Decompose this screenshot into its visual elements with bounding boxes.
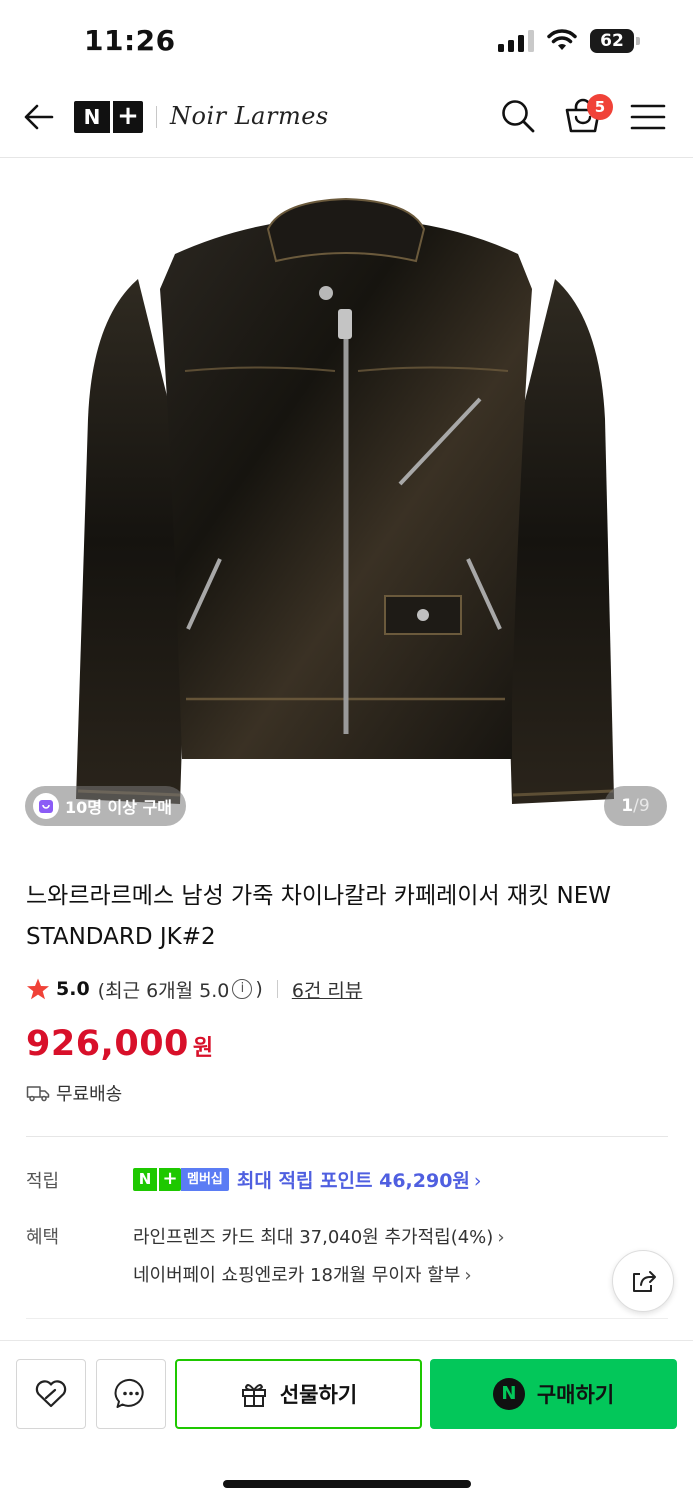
points-label: 적립	[26, 1171, 60, 1192]
wishlist-button[interactable]	[16, 1359, 86, 1429]
share-button[interactable]	[612, 1250, 674, 1312]
star-icon	[27, 978, 49, 1000]
installment-benefit-text: 네이버페이 쇼핑엔로카 18개월 무이자 할부	[133, 1265, 461, 1286]
battery-indicator: 62	[590, 29, 640, 53]
status-bar: 11:26 62	[0, 0, 693, 80]
talk-talk-chat-button[interactable]	[96, 1359, 166, 1429]
nplus-logo-n: N	[83, 105, 101, 129]
max-points-text: 최대 적립 포인트 46,290원 ›	[237, 1166, 482, 1193]
chat-bubble-icon	[114, 1378, 144, 1408]
wifi-icon	[547, 29, 577, 50]
top-navigation: N + Noir Larmes 5	[0, 80, 693, 158]
product-image-gallery[interactable]: 10명 이상 구매 1/9	[0, 159, 693, 849]
max-points-link[interactable]: N + 멤버십 최대 적립 포인트 46,290원 ›	[133, 1166, 482, 1193]
share-icon	[633, 1271, 656, 1292]
product-image-leather-jacket[interactable]	[0, 159, 693, 849]
home-indicator	[223, 1480, 471, 1488]
rating-row: 5.0 (최근 6개월 5.0 i ) 6건 리뷰	[26, 974, 362, 1004]
naver-plus-store-logo[interactable]: N +	[74, 101, 143, 133]
brand-name[interactable]: Noir Larmes	[170, 102, 329, 130]
nplus-mini-n: N	[138, 1170, 152, 1188]
bottom-action-bar: 선물하기 N 구매하기	[0, 1340, 693, 1500]
max-points-value: 최대 적립 포인트 46,290원	[236, 1170, 470, 1192]
price-currency: 원	[192, 1036, 214, 1061]
image-page-counter: 1/9	[604, 786, 667, 826]
rating-score: 5.0	[56, 978, 90, 1000]
purchase-bag-icon	[33, 793, 59, 819]
hamburger-menu-icon[interactable]	[630, 102, 666, 132]
buyer-count-badge: 10명 이상 구매	[25, 786, 187, 826]
chevron-right-icon: ›	[464, 1265, 472, 1286]
battery-level: 62	[590, 29, 634, 53]
image-total-count: 9	[638, 796, 650, 816]
recent-rating: (최근 6개월 5.0	[97, 979, 230, 1002]
battery-cap	[636, 37, 640, 45]
benefits-label: 혜택	[26, 1227, 60, 1248]
gift-icon	[241, 1384, 266, 1407]
price-amount: 926,000	[26, 1024, 189, 1064]
naver-plus-membership-icon: N +	[133, 1168, 181, 1191]
gift-button[interactable]: 선물하기	[175, 1359, 422, 1429]
cart-count-badge: 5	[587, 94, 613, 120]
section-divider	[26, 1136, 668, 1137]
buyer-count-text: 10명 이상 구매	[65, 798, 173, 817]
back-arrow-icon[interactable]	[22, 100, 56, 134]
review-count-link[interactable]: 6건 리뷰	[292, 976, 363, 1003]
rating-divider	[276, 980, 278, 998]
membership-tag: 멤버십	[181, 1168, 229, 1191]
chevron-right-icon: ›	[473, 1170, 482, 1192]
card-benefit-text: 라인프렌즈 카드 최대 37,040원 추가적립(4%)	[133, 1227, 494, 1248]
info-icon[interactable]: i	[232, 979, 253, 999]
shipping-info: 무료배송	[26, 1080, 122, 1106]
cellular-signal-icon	[498, 30, 534, 52]
image-current-index: 1	[621, 796, 634, 816]
gift-button-label: 선물하기	[279, 1383, 358, 1407]
nplus-logo-plus: +	[110, 101, 143, 133]
installment-benefit-link[interactable]: 네이버페이 쇼핑엔로카 18개월 무이자 할부 ›	[133, 1261, 472, 1287]
shipping-text: 무료배송	[56, 1084, 123, 1105]
naver-pay-icon: N	[492, 1378, 525, 1410]
recent-rating-close: )	[255, 978, 263, 1000]
price: 926,000 원	[26, 1024, 213, 1064]
buy-now-button[interactable]: N 구매하기	[430, 1359, 677, 1429]
heart-icon	[35, 1380, 67, 1408]
section-divider	[26, 1318, 668, 1319]
delivery-truck-icon	[26, 1086, 50, 1102]
buy-button-label: 구매하기	[536, 1383, 615, 1407]
status-time: 11:26	[84, 24, 176, 57]
card-benefit-link[interactable]: 라인프렌즈 카드 최대 37,040원 추가적립(4%) ›	[133, 1223, 505, 1249]
nplus-mini-plus: +	[157, 1168, 181, 1191]
search-icon[interactable]	[500, 98, 536, 134]
chevron-right-icon: ›	[497, 1227, 505, 1248]
header-divider	[156, 106, 157, 128]
product-title: 느와르라르메스 남성 가죽 차이나칼라 카페레이서 재킷 NEW STANDAR…	[26, 883, 612, 950]
